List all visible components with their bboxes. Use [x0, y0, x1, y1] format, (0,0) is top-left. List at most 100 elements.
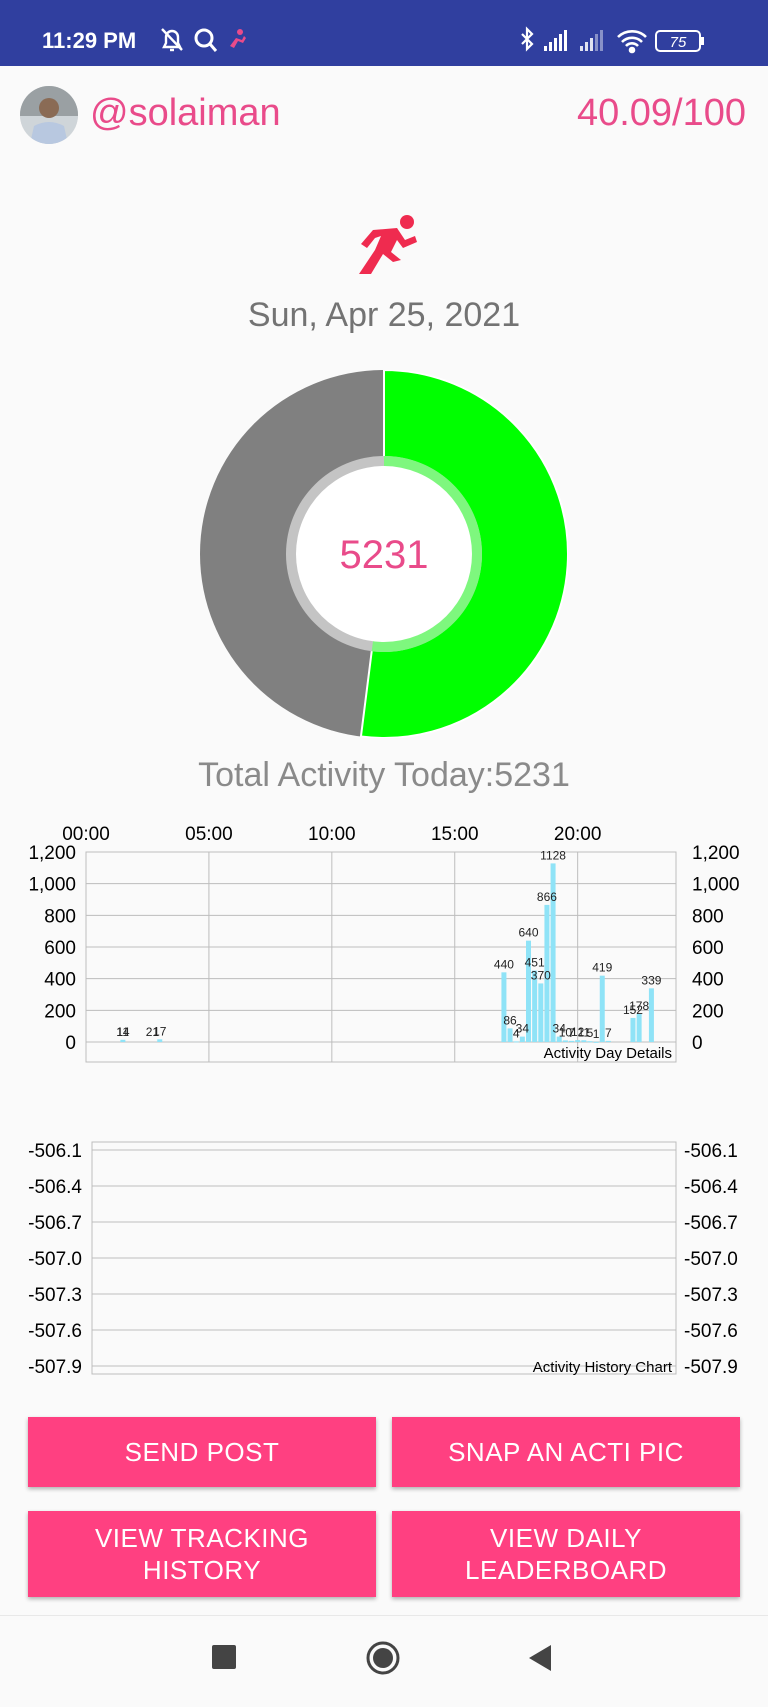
- chart1-bar: [630, 1017, 636, 1042]
- chart1-data-label: 640: [518, 926, 538, 940]
- chart1-bar: [501, 972, 507, 1042]
- send-post-button[interactable]: SEND POST: [28, 1417, 376, 1487]
- donut-center-value: 5231: [340, 533, 429, 577]
- chart1-bar: [593, 1041, 599, 1043]
- chart2-ytick-left: -507.0: [28, 1249, 82, 1270]
- bluetooth-icon: [521, 26, 534, 52]
- view-daily-leaderboard-line2: LEADERBOARD: [465, 1555, 667, 1585]
- chart1-data-label: 1: [593, 1027, 600, 1041]
- chart1-bar: [569, 1040, 575, 1042]
- chart1-xtick: 00:00: [62, 824, 110, 845]
- chart1-data-label: 440: [494, 957, 514, 971]
- view-daily-leaderboard-button[interactable]: VIEW DAILY LEADERBOARD: [392, 1511, 740, 1597]
- chart2-ytick-right: -507.6: [684, 1321, 738, 1342]
- activity-day-chart: 1,200 1,200 1,000 1,000 800 800 600 600 400 400 20…: [0, 810, 768, 1090]
- view-tracking-history-button[interactable]: VIEW TRACKING HISTORY: [28, 1511, 376, 1597]
- chart2-ytick-right: -507.3: [684, 1285, 738, 1306]
- chart1-ytick-right: 1,200: [692, 843, 740, 864]
- status-time: 11:29 PM: [42, 28, 137, 53]
- chart2-ytick-right: -506.7: [684, 1213, 738, 1234]
- date-label: Sun, Apr 25, 2021: [247, 296, 521, 334]
- view-tracking-history-line1: VIEW TRACKING: [94, 1523, 310, 1553]
- chart1-description: Activity Day Details: [544, 1045, 672, 1062]
- chart1-data-label: 866: [537, 890, 557, 904]
- chart1-data-label: 178: [629, 999, 649, 1013]
- runner-small-icon: [230, 29, 246, 48]
- chart2-ytick-left: -506.1: [28, 1141, 82, 1162]
- battery-level: 75: [670, 34, 687, 51]
- chart1-bar: [519, 1036, 525, 1042]
- chart1-ytick-right: 1,000: [692, 875, 740, 896]
- chart1-ytick-left: 1,200: [28, 843, 76, 864]
- chart1-xtick: 05:00: [185, 824, 233, 845]
- chart2-ytick-left: -507.3: [28, 1285, 82, 1306]
- chart1-bar: [648, 988, 654, 1042]
- home-icon[interactable]: [365, 1640, 401, 1676]
- chart1-data-label: 17: [153, 1024, 167, 1038]
- chart1-ytick-left: 600: [44, 938, 76, 959]
- chart1-bar: [507, 1028, 513, 1042]
- chart2-description: Activity History Chart: [533, 1359, 673, 1376]
- chart1-data-label: 7: [605, 1026, 612, 1040]
- chart1-xtick: 15:00: [431, 824, 479, 845]
- chart1-ytick-right: 200: [692, 1001, 724, 1022]
- search-icon: [194, 28, 218, 52]
- chart1-bar: [605, 1040, 611, 1042]
- status-icons-right: 75: [518, 26, 728, 56]
- chart2-ytick-left: -507.6: [28, 1321, 82, 1342]
- back-icon[interactable]: [527, 1644, 553, 1672]
- chart1-bar: [562, 1040, 568, 1042]
- runner-icon: [345, 210, 425, 280]
- chart1-ytick-left: 200: [44, 1001, 76, 1022]
- chart2-ytick-left: -507.9: [28, 1357, 82, 1378]
- chart1-xtick: 10:00: [308, 824, 356, 845]
- chart2-ytick-left: -506.7: [28, 1213, 82, 1234]
- signal-icon-2: [580, 30, 603, 51]
- chart1-bar: [120, 1039, 126, 1042]
- total-activity-label: Total Activity Today:5231: [198, 756, 570, 794]
- status-icons-left: [160, 26, 250, 56]
- chart1-bar: [513, 1041, 519, 1043]
- status-bar: 11:29 PM 75: [0, 0, 768, 66]
- signal-icon-1: [544, 30, 567, 51]
- chart1-ytick-left: 1,000: [28, 875, 76, 896]
- view-tracking-history-line2: HISTORY: [142, 1555, 262, 1585]
- bell-off-icon: [161, 28, 183, 52]
- username: @solaiman: [90, 92, 281, 134]
- recents-icon[interactable]: [211, 1644, 237, 1670]
- chart1-data-label: 1128: [540, 848, 566, 862]
- view-daily-leaderboard-line1: VIEW DAILY: [490, 1523, 642, 1553]
- chart1-data-label: 370: [531, 968, 551, 982]
- chart1-ytick-right: 400: [692, 970, 724, 991]
- avatar[interactable]: [20, 86, 78, 144]
- chart1-xtick: 20:00: [554, 824, 602, 845]
- profile-header: @solaiman 40.09/100: [0, 66, 768, 166]
- chart2-ytick-right: -506.4: [684, 1177, 738, 1198]
- chart2-ytick-left: -506.4: [28, 1177, 82, 1198]
- chart2-ytick-right: -506.1: [684, 1141, 738, 1162]
- chart1-data-label: 34: [516, 1022, 530, 1036]
- chart1-ytick-right: 0: [692, 1033, 703, 1054]
- chart2-ytick-right: -507.9: [684, 1357, 738, 1378]
- score: 40.09/100: [576, 92, 746, 134]
- chart1-bar: [581, 1040, 587, 1042]
- chart1-ytick-left: 0: [65, 1033, 76, 1054]
- chart1-bar: [575, 1040, 581, 1042]
- chart1-data-label: 419: [592, 961, 612, 975]
- chart1-bar: [636, 1013, 642, 1042]
- chart1-data-label: 339: [641, 973, 661, 987]
- chart1-bar: [157, 1039, 163, 1042]
- chart1-ytick-right: 600: [692, 938, 724, 959]
- chart1-bar: [599, 975, 605, 1042]
- chart1-ytick-left: 800: [44, 906, 76, 927]
- activity-history-chart: -506.1 -506.1 -506.4 -506.4 -506.7 -506.7 -507…: [0, 1130, 768, 1380]
- activity-donut: 5231: [200, 368, 570, 739]
- chart1-bar: [587, 1041, 593, 1043]
- chart2-ytick-right: -507.0: [684, 1249, 738, 1270]
- navigation-bar: [0, 1615, 768, 1707]
- chart1-ytick-right: 800: [692, 906, 724, 927]
- snap-pic-button[interactable]: SNAP AN ACTI PIC: [392, 1417, 740, 1487]
- chart1-bar: [538, 983, 544, 1042]
- chart1-data-label: 11: [117, 1025, 130, 1039]
- chart1-ytick-left: 400: [44, 970, 76, 991]
